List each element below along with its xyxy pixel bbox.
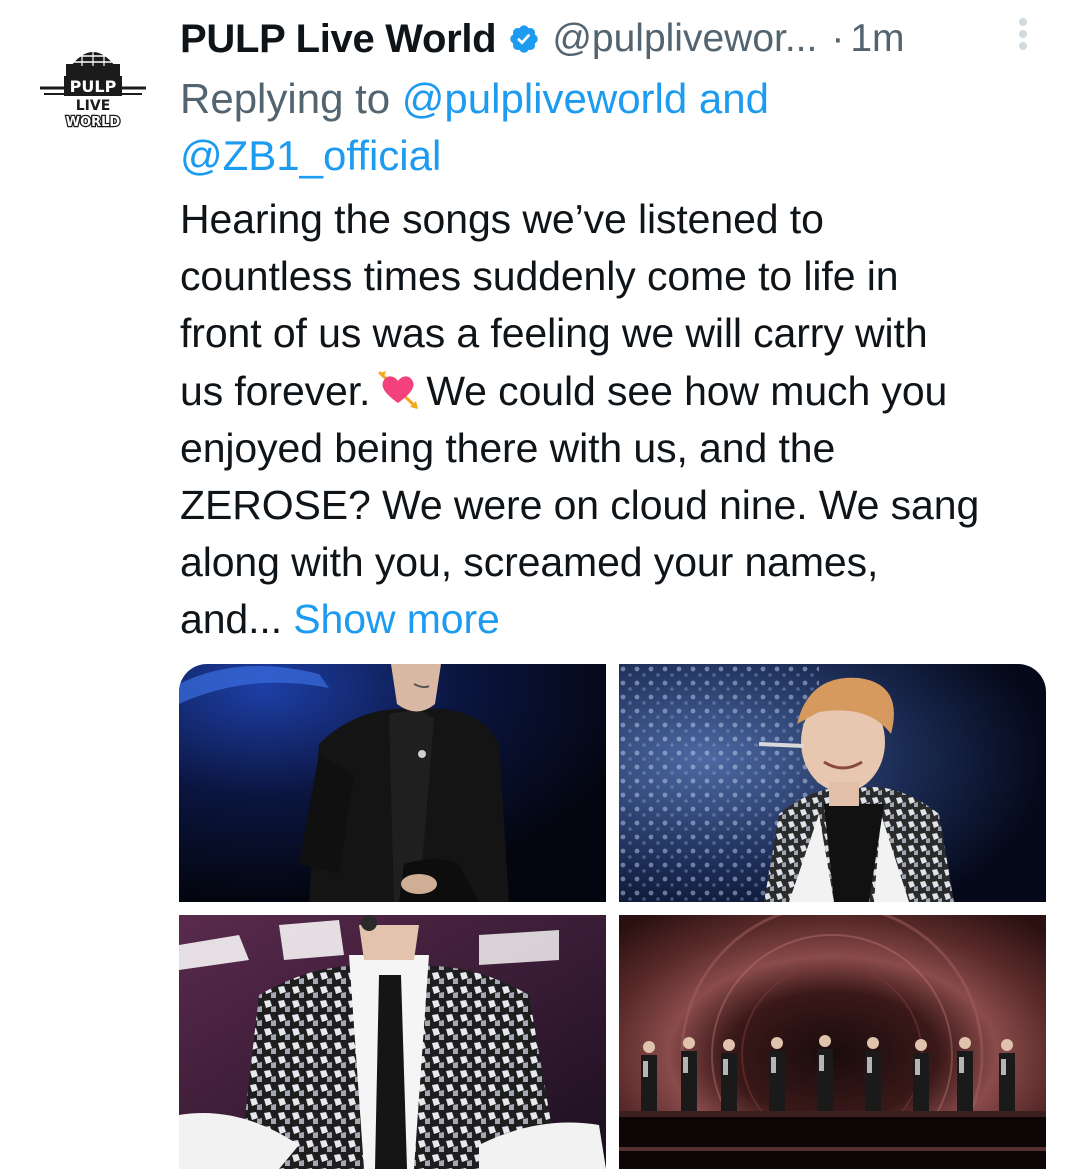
- avatar-text-pulp: PULP: [70, 77, 117, 96]
- timestamp[interactable]: 1m: [850, 17, 904, 61]
- more-options-icon[interactable]: [1008, 14, 1038, 54]
- tweet-line: Hearing the songs we’ve listened to: [180, 196, 824, 242]
- tweet-line: and...: [180, 596, 282, 643]
- pulp-live-world-logo: PULP LIVE WORLD: [40, 44, 146, 131]
- show-more-link[interactable]: Show more: [293, 596, 500, 642]
- avatar[interactable]: PULP LIVE WORLD: [36, 26, 150, 140]
- photo-performer-sequin-tie[interactable]: [179, 915, 606, 1169]
- avatar-text-live: LIVE: [76, 98, 111, 114]
- verified-badge-icon: [510, 25, 538, 53]
- tweet-header: PULP Live World @pulplivewor... · 1m: [180, 14, 1040, 64]
- tweet-line: front of us was a feeling we will carry …: [180, 310, 928, 357]
- avatar-text-world: WORLD: [66, 115, 121, 130]
- media-grid: [179, 664, 1046, 1169]
- replying-to-prefix: Replying to: [180, 75, 402, 122]
- author-handle[interactable]: @pulplivewor...: [552, 17, 817, 61]
- tweet-line: enjoyed being there with us, and the: [180, 424, 836, 471]
- replying-to: Replying to @pulpliveworld and @ZB1_offi…: [180, 70, 1040, 184]
- tweet-line: We could see how much you: [426, 367, 948, 414]
- tweet-line: us forever.: [180, 367, 371, 414]
- photo-performer-sequin-smiling[interactable]: [619, 664, 1046, 902]
- tweet-line: along with you, screamed your names,: [180, 539, 879, 586]
- author-display-name[interactable]: PULP Live World: [180, 17, 497, 62]
- separator-dot: ·: [831, 17, 845, 60]
- photo-performer-black-shirt[interactable]: [179, 664, 606, 902]
- tweet-line: ZEROSE? We were on cloud nine. We sang: [180, 482, 980, 529]
- tweet-text: Hearing the songs we’ve listened to coun…: [180, 191, 1050, 649]
- photo-group-on-stage[interactable]: [619, 915, 1046, 1169]
- mention-joiner[interactable]: and: [687, 75, 769, 122]
- heart-with-arrow-icon: [378, 370, 419, 409]
- mention-pulpliveworld[interactable]: @pulpliveworld: [402, 75, 687, 122]
- mention-zb1-official[interactable]: @ZB1_official: [180, 132, 441, 179]
- tweet-line: countless times suddenly come to life in: [180, 253, 899, 300]
